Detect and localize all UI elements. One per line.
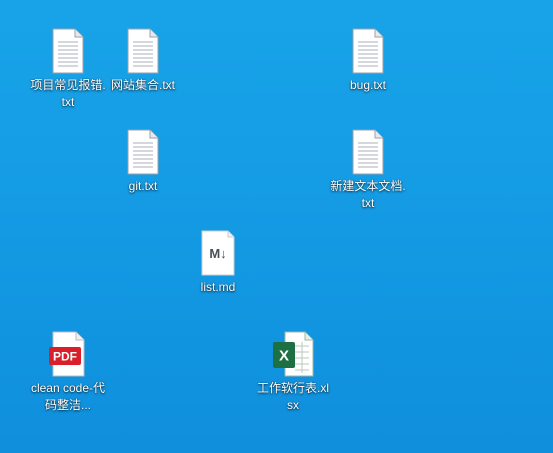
pdf-badge: PDF <box>53 350 77 364</box>
desktop-icon-label: 网站集合.txt <box>110 78 175 92</box>
pdf-file-icon: PDF <box>44 330 92 378</box>
desktop-icon-git-txt[interactable]: git.txt <box>105 128 181 195</box>
desktop-icon-work-sheet-xlsx[interactable]: X 工作软行表.xlsx <box>255 330 331 414</box>
desktop-icon-clean-code-pdf[interactable]: PDF clean code-代码整洁... <box>30 330 106 414</box>
desktop-icon-bug-txt[interactable]: bug.txt <box>330 27 406 94</box>
desktop-icon-label: 工作软行表.xlsx <box>256 381 329 412</box>
desktop-icon-label: bug.txt <box>349 78 387 92</box>
desktop-icon-website-collection-txt[interactable]: 网站集合.txt <box>105 27 181 94</box>
text-file-icon <box>344 27 392 75</box>
text-file-icon <box>44 27 92 75</box>
desktop-icon-label: git.txt <box>128 179 158 193</box>
desktop: 项目常见报错.txt 网站集合.txt bug.txt git.txt 新建文本… <box>0 0 553 453</box>
desktop-icon-label: 项目常见报错.txt <box>30 78 106 109</box>
desktop-icon-label: clean code-代码整洁... <box>30 381 106 412</box>
excel-badge: X <box>279 348 289 365</box>
markdown-file-icon: M↓ <box>194 229 242 277</box>
desktop-icon-label: 新建文本文档.txt <box>330 179 406 210</box>
desktop-icon-project-errors-txt[interactable]: 项目常见报错.txt <box>30 27 106 111</box>
excel-file-icon: X <box>269 330 317 378</box>
text-file-icon <box>344 128 392 176</box>
desktop-icon-new-text-document-txt[interactable]: 新建文本文档.txt <box>330 128 406 212</box>
desktop-icon-label: list.md <box>200 280 236 294</box>
markdown-badge: M↓ <box>209 246 226 261</box>
desktop-icon-list-md[interactable]: M↓ list.md <box>180 229 256 296</box>
text-file-icon <box>119 27 167 75</box>
text-file-icon <box>119 128 167 176</box>
